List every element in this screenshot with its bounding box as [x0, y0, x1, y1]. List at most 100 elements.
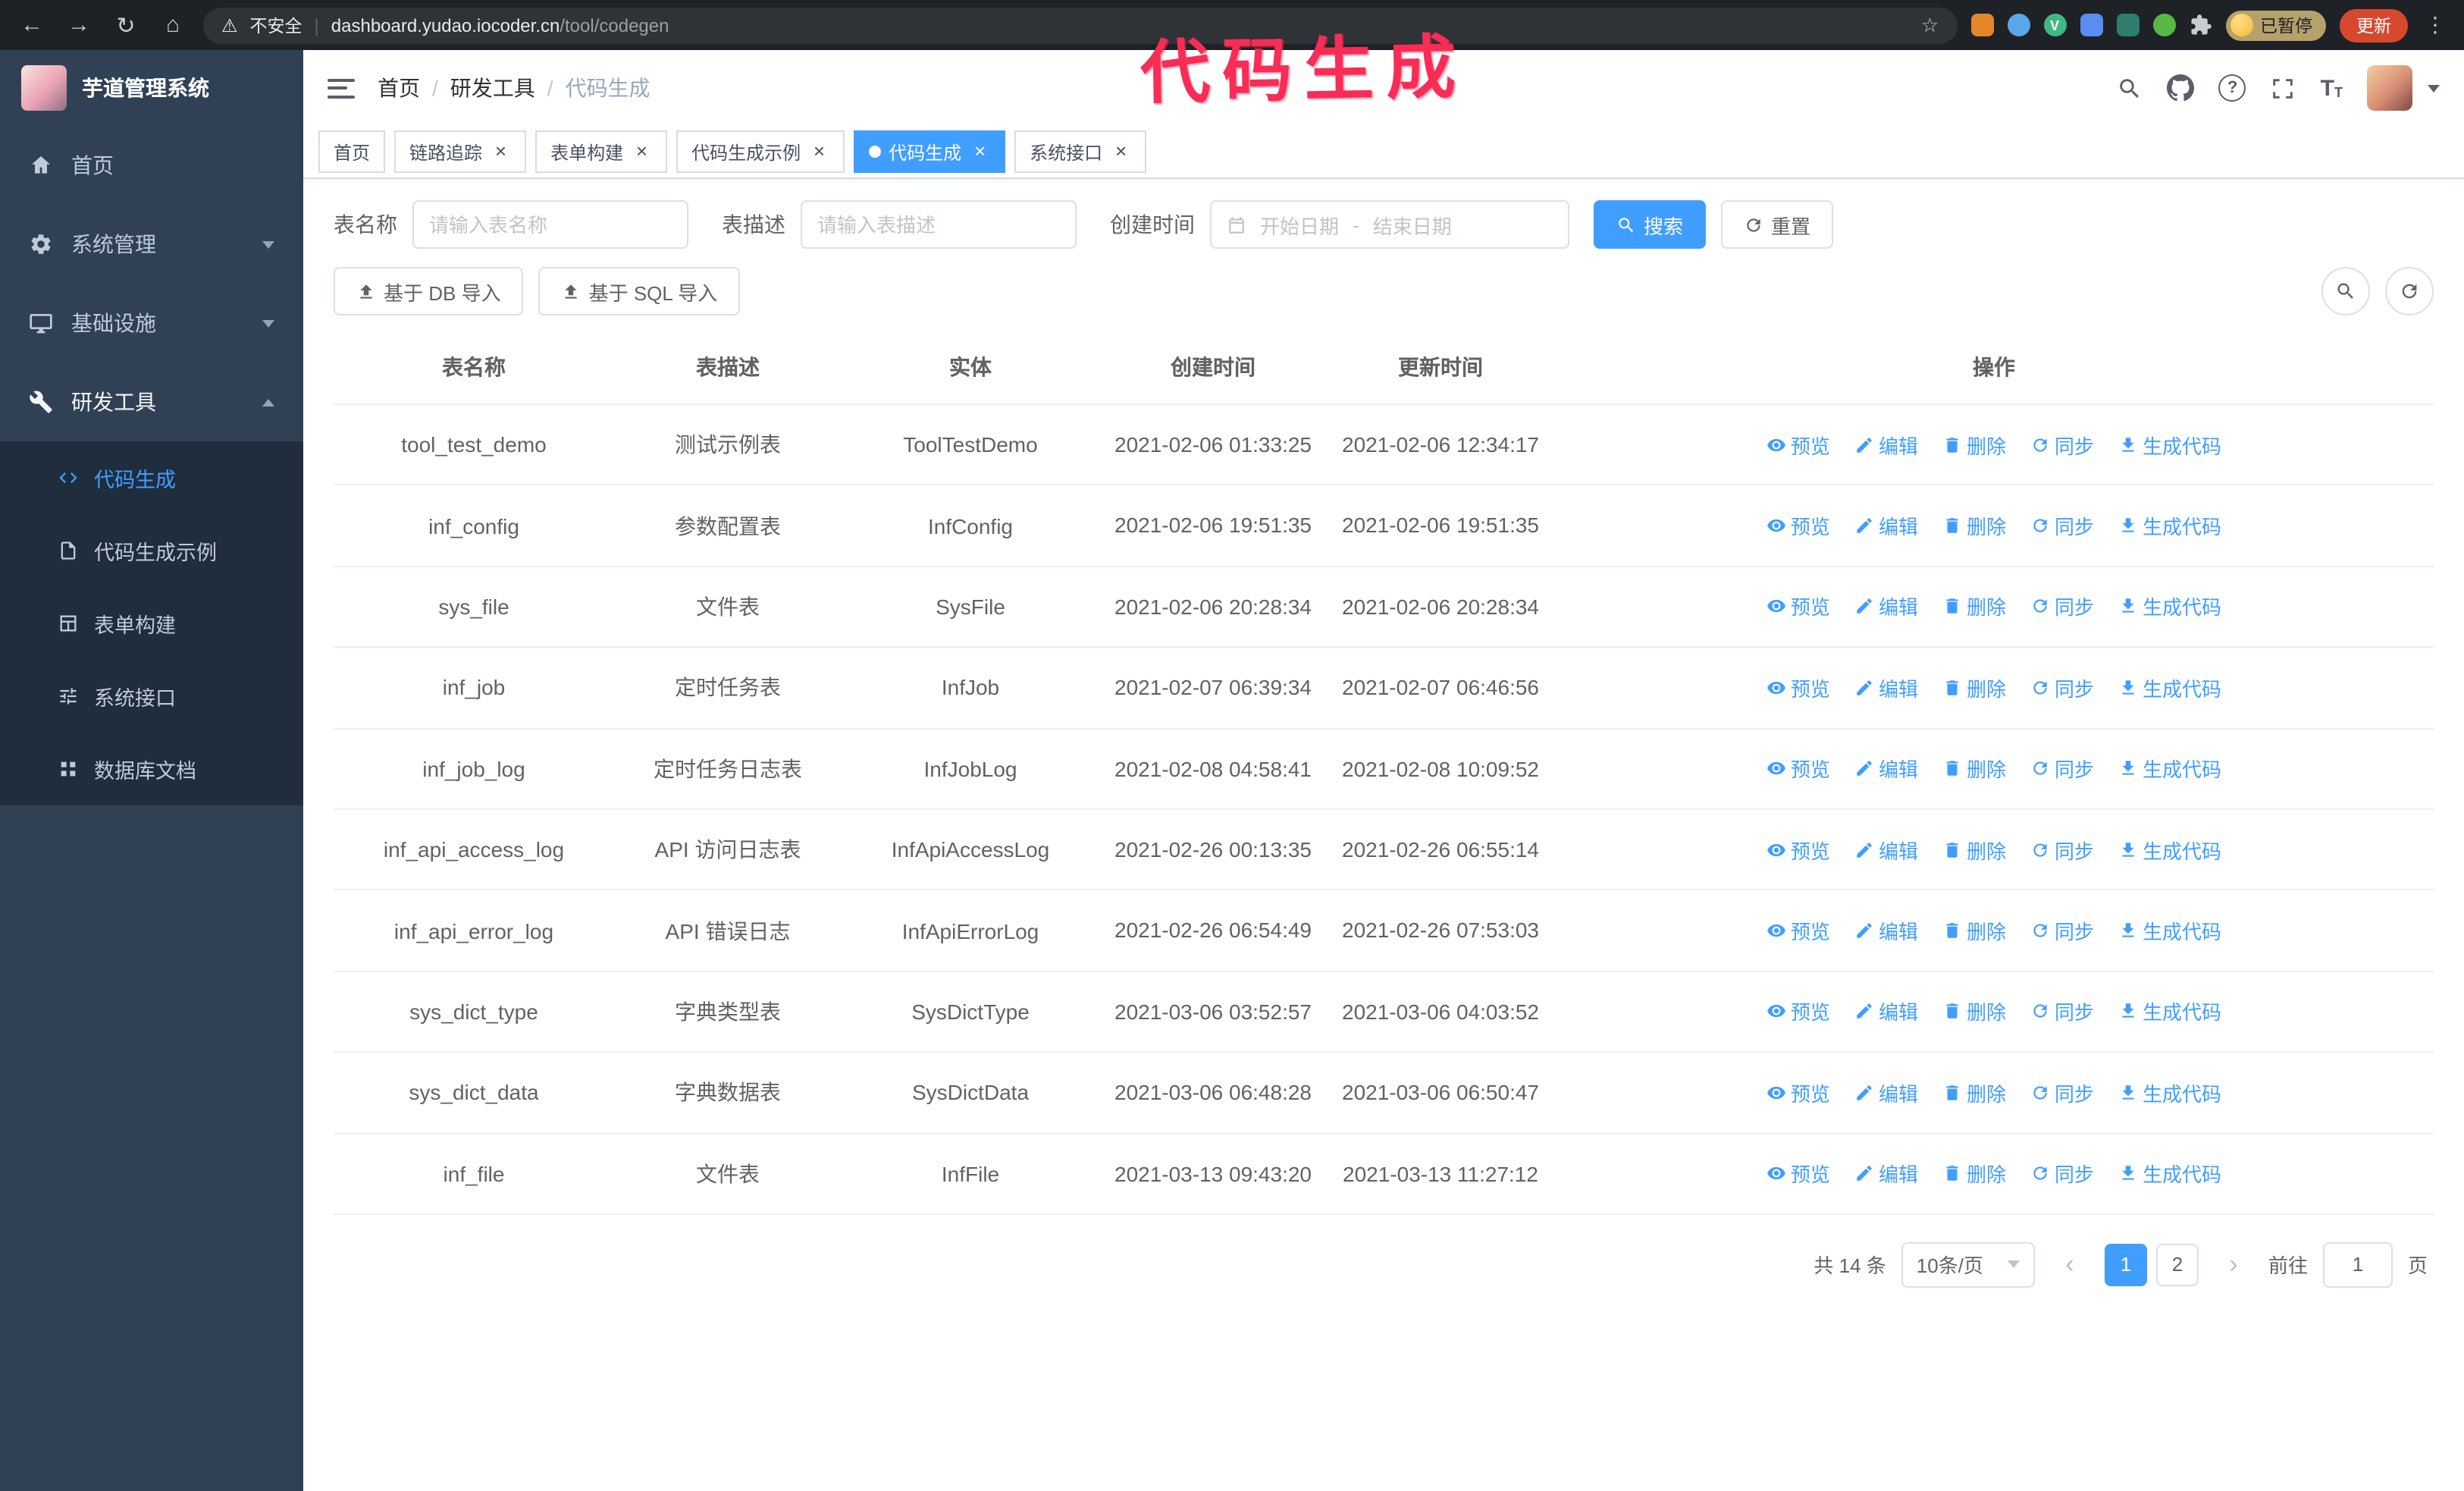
sidebar-item-devtools[interactable]: 研发工具 — [0, 363, 303, 441]
browser-update-button[interactable]: 更新 — [2340, 8, 2408, 42]
edit-link[interactable]: 编辑 — [1854, 673, 1918, 702]
edit-link[interactable]: 编辑 — [1854, 755, 1918, 783]
preview-link[interactable]: 预览 — [1766, 835, 1830, 864]
vue-devtools-icon[interactable]: V — [2043, 14, 2066, 36]
generate-link[interactable]: 生成代码 — [2118, 755, 2221, 783]
delete-link[interactable]: 删除 — [1942, 916, 2006, 945]
tab-item[interactable]: 链路追踪 × — [394, 130, 527, 173]
delete-link[interactable]: 删除 — [1942, 835, 2006, 864]
toggle-search-button[interactable] — [2321, 267, 2370, 315]
tab-close-icon[interactable]: × — [969, 140, 990, 162]
tab-close-icon[interactable]: × — [631, 140, 652, 162]
delete-link[interactable]: 删除 — [1942, 1078, 2006, 1107]
edit-link[interactable]: 编辑 — [1854, 430, 1918, 459]
date-range-picker[interactable]: 开始日期 - 结束日期 — [1210, 200, 1569, 249]
github-icon[interactable] — [2167, 74, 2195, 102]
tab-close-icon[interactable]: × — [808, 140, 829, 162]
goto-page-input[interactable] — [2322, 1241, 2393, 1288]
tab-item[interactable]: 代码生成 × — [854, 130, 1006, 173]
generate-link[interactable]: 生成代码 — [2118, 997, 2221, 1026]
sidebar-item-form-builder[interactable]: 表单构建 — [0, 587, 303, 660]
browser-menu-icon[interactable]: ⋮ — [2422, 12, 2449, 38]
hamburger-icon[interactable] — [328, 78, 355, 98]
extension-icon-2[interactable] — [2007, 14, 2030, 36]
generate-link[interactable]: 生成代码 — [2118, 592, 2221, 621]
generate-link[interactable]: 生成代码 — [2118, 916, 2221, 945]
sync-link[interactable]: 同步 — [2030, 673, 2094, 702]
edit-link[interactable]: 编辑 — [1854, 835, 1918, 864]
import-db-button[interactable]: 基于 DB 导入 — [334, 267, 524, 315]
preview-link[interactable]: 预览 — [1766, 1159, 1830, 1188]
delete-link[interactable]: 删除 — [1942, 430, 2006, 459]
help-icon[interactable]: ? — [2218, 74, 2246, 102]
address-bar[interactable]: ⚠ 不安全 | dashboard.yudao.iocoder.cn/tool/… — [203, 7, 1957, 43]
preview-link[interactable]: 预览 — [1766, 755, 1830, 783]
home-icon[interactable]: ⌂ — [156, 12, 190, 38]
tab-item[interactable]: 系统接口 × — [1014, 130, 1147, 173]
generate-link[interactable]: 生成代码 — [2118, 430, 2221, 459]
chevron-down-icon[interactable] — [2428, 84, 2440, 92]
delete-link[interactable]: 删除 — [1942, 997, 2006, 1026]
extension-icon-1[interactable] — [1970, 14, 1993, 36]
table-name-input[interactable] — [412, 200, 688, 249]
sidebar-item-system-api[interactable]: 系统接口 — [0, 660, 303, 733]
generate-link[interactable]: 生成代码 — [2118, 835, 2221, 864]
preview-link[interactable]: 预览 — [1766, 916, 1830, 945]
search-button[interactable]: 搜索 — [1594, 200, 1707, 249]
edit-link[interactable]: 编辑 — [1854, 916, 1918, 945]
import-sql-button[interactable]: 基于 SQL 导入 — [538, 267, 741, 315]
sync-link[interactable]: 同步 — [2030, 430, 2094, 459]
table-desc-input[interactable] — [801, 200, 1077, 249]
sync-link[interactable]: 同步 — [2030, 592, 2094, 621]
extension-icon-5[interactable] — [2116, 14, 2139, 36]
preview-link[interactable]: 预览 — [1766, 430, 1830, 459]
tab-close-icon[interactable]: × — [490, 140, 511, 162]
forward-icon[interactable]: → — [62, 12, 96, 38]
user-avatar[interactable] — [2367, 65, 2412, 111]
back-icon[interactable]: ← — [15, 12, 49, 38]
sidebar-item-db-docs[interactable]: 数据库文档 — [0, 733, 303, 805]
sync-link[interactable]: 同步 — [2030, 997, 2094, 1026]
preview-link[interactable]: 预览 — [1766, 1078, 1830, 1107]
delete-link[interactable]: 删除 — [1942, 755, 2006, 783]
tab-item[interactable]: 首页 — [318, 130, 386, 173]
app-logo[interactable]: 芋道管理系统 — [0, 50, 303, 126]
prev-page-button[interactable]: ‹ — [2050, 1244, 2089, 1286]
breadcrumb-devtools[interactable]: 研发工具 — [450, 73, 535, 103]
reload-icon[interactable]: ↻ — [109, 11, 143, 39]
puzzle-extensions-icon[interactable] — [2189, 14, 2212, 36]
delete-link[interactable]: 删除 — [1942, 592, 2006, 621]
edit-link[interactable]: 编辑 — [1854, 592, 1918, 621]
next-page-button[interactable]: › — [2214, 1244, 2253, 1286]
generate-link[interactable]: 生成代码 — [2118, 673, 2221, 702]
preview-link[interactable]: 预览 — [1766, 592, 1830, 621]
sidebar-item-infra[interactable]: 基础设施 — [0, 284, 303, 363]
edit-link[interactable]: 编辑 — [1854, 1078, 1918, 1107]
edit-link[interactable]: 编辑 — [1854, 1159, 1918, 1188]
extension-icon-4[interactable] — [2080, 14, 2102, 36]
sync-link[interactable]: 同步 — [2030, 755, 2094, 783]
page-button-1[interactable]: 1 — [2104, 1243, 2147, 1286]
generate-link[interactable]: 生成代码 — [2118, 511, 2221, 540]
preview-link[interactable]: 预览 — [1766, 997, 1830, 1026]
edit-link[interactable]: 编辑 — [1854, 511, 1918, 540]
page-button-2[interactable]: 2 — [2155, 1243, 2199, 1286]
page-size-select[interactable]: 10条/页 — [1901, 1241, 2035, 1288]
sync-link[interactable]: 同步 — [2030, 916, 2094, 945]
generate-link[interactable]: 生成代码 — [2118, 1078, 2221, 1107]
preview-link[interactable]: 预览 — [1766, 673, 1830, 702]
delete-link[interactable]: 删除 — [1942, 511, 2006, 540]
font-size-icon[interactable]: TT — [2321, 77, 2343, 99]
sync-link[interactable]: 同步 — [2030, 511, 2094, 540]
fullscreen-icon[interactable] — [2271, 75, 2296, 101]
sync-link[interactable]: 同步 — [2030, 1078, 2094, 1107]
search-icon[interactable] — [2118, 75, 2143, 101]
profile-paused-badge[interactable]: 已暂停 — [2225, 10, 2326, 40]
sidebar-item-system[interactable]: 系统管理 — [0, 205, 303, 284]
sync-link[interactable]: 同步 — [2030, 835, 2094, 864]
sidebar-item-codegen[interactable]: 代码生成 — [0, 441, 303, 514]
delete-link[interactable]: 删除 — [1942, 1159, 2006, 1188]
tab-close-icon[interactable]: × — [1110, 140, 1131, 162]
tab-item[interactable]: 代码生成示例 × — [676, 130, 845, 173]
sidebar-item-home[interactable]: 首页 — [0, 126, 303, 205]
